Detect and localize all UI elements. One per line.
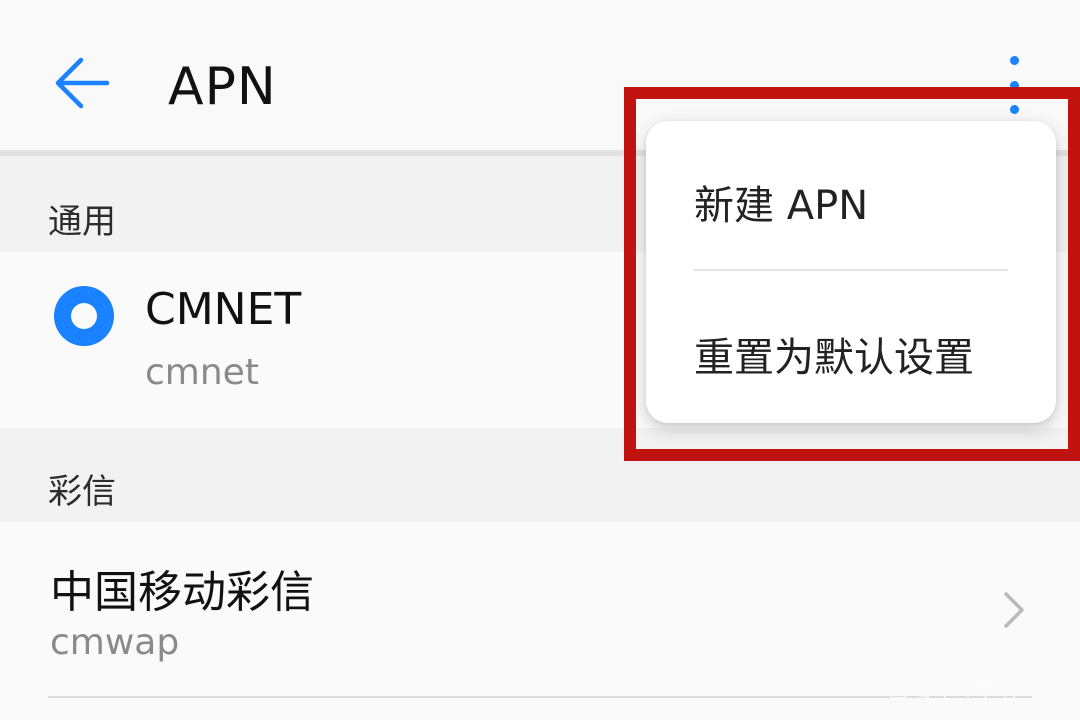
- menu-item-new-apn[interactable]: 新建 APN: [646, 121, 1056, 269]
- overflow-menu: 新建 APN 重置为默认设置: [646, 121, 1056, 423]
- watermark: 百家号·工作: [886, 682, 1026, 710]
- apn-settings-screen: APN 通用 CMNET cmnet 彩信 中国移动彩信 cmwap 新建 AP…: [0, 0, 1080, 720]
- back-button[interactable]: [46, 50, 118, 116]
- apn-name: CMNET: [145, 284, 302, 335]
- apn-name: 中国移动彩信: [50, 567, 314, 618]
- menu-item-label: 重置为默认设置: [694, 335, 974, 381]
- menu-item-label: 新建 APN: [694, 183, 869, 229]
- page-title: APN: [168, 57, 277, 117]
- section-label: 通用: [48, 202, 116, 242]
- more-options-button[interactable]: [996, 50, 1032, 120]
- section-label: 彩信: [48, 472, 116, 512]
- more-vertical-icon: [1009, 56, 1019, 65]
- radio-selected-icon[interactable]: [54, 286, 114, 346]
- arrow-left-icon: [55, 57, 110, 109]
- row-divider: [48, 696, 1032, 698]
- chevron-right-icon[interactable]: [998, 588, 1028, 632]
- apn-value: cmnet: [145, 352, 259, 393]
- menu-item-reset-default[interactable]: 重置为默认设置: [646, 271, 1056, 423]
- apn-value: cmwap: [50, 622, 180, 663]
- section-header-mms: 彩信: [0, 428, 1080, 522]
